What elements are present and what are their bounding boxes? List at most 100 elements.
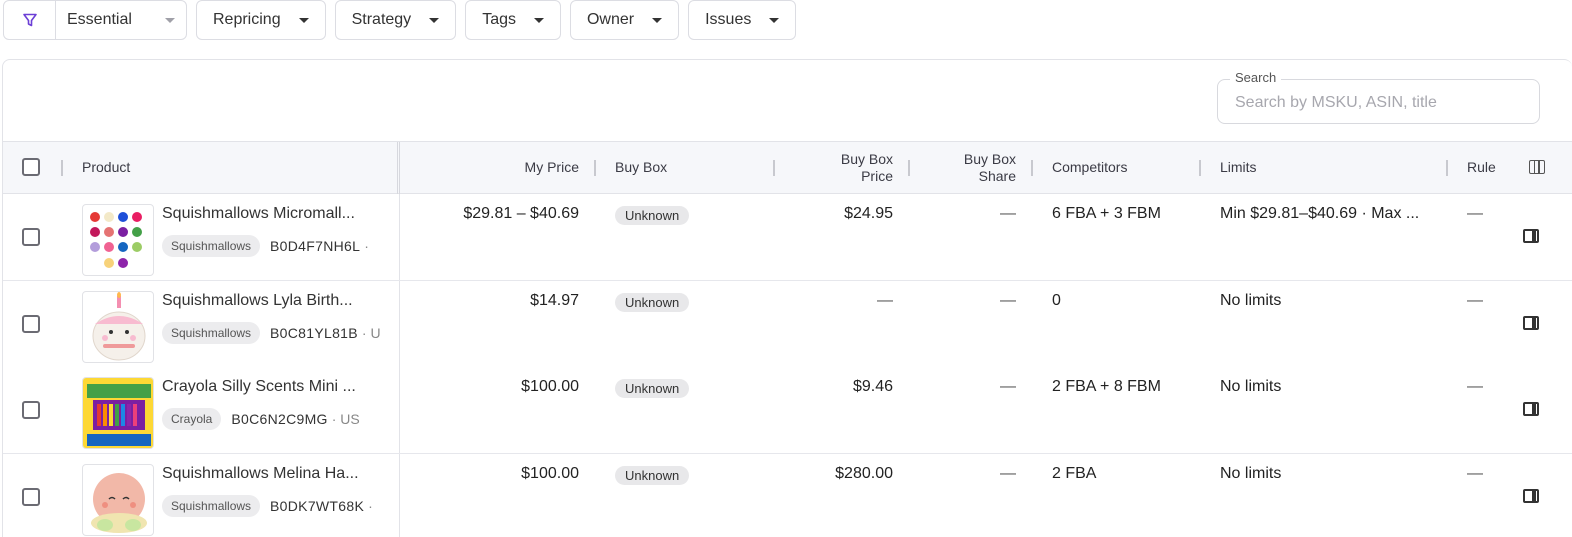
competitors-value: 2 FBA — [1052, 465, 1097, 482]
side-panel-icon[interactable] — [1523, 229, 1539, 243]
view-select-value: Essential — [67, 11, 132, 28]
column-header-competitors[interactable]: Competitors — [1052, 159, 1127, 176]
product-meta: Squishmallows B0DK7WT68K · — [162, 495, 384, 517]
my-price-value: $14.97 — [530, 292, 579, 309]
my-price-value: $100.00 — [521, 378, 579, 395]
buy-box-status-badge: Unknown — [615, 293, 690, 312]
asin-text: B0D4F7NH6L — [270, 238, 361, 254]
marketplace-text: · U — [361, 325, 381, 341]
view-filter-group: Essential — [3, 0, 187, 40]
strategy-filter-button[interactable]: Strategy — [334, 0, 457, 40]
search-field: Search — [1217, 70, 1540, 124]
marketplace-text: · — [364, 238, 369, 254]
issues-filter-button[interactable]: Issues — [688, 0, 797, 40]
column-resize-handle[interactable] — [1446, 160, 1448, 176]
chevron-down-icon — [165, 17, 175, 23]
competitors-value: 2 FBA + 8 FBM — [1052, 378, 1161, 395]
brand-chip: Squishmallows — [162, 322, 261, 344]
buy-box-share-value: — — [1000, 205, 1016, 222]
side-panel-icon[interactable] — [1523, 489, 1539, 503]
product-meta: Squishmallows B0C81YL81B · U — [162, 322, 384, 344]
limits-value: Min $29.81–$40.69 · Max ... — [1220, 205, 1420, 222]
row-checkbox[interactable] — [22, 488, 40, 506]
marketplace-text: · — [368, 498, 373, 514]
side-panel-icon[interactable] — [1523, 402, 1539, 416]
buy-box-price-value: $9.46 — [852, 378, 893, 395]
product-title[interactable]: Squishmallows Melina Ha... — [162, 465, 380, 483]
column-divider — [399, 194, 400, 280]
asin-text: B0C6N2C9MG — [231, 411, 328, 427]
column-divider — [399, 142, 400, 195]
row-checkbox[interactable] — [22, 228, 40, 246]
product-thumbnail — [82, 291, 154, 363]
row-checkbox[interactable] — [22, 401, 40, 419]
table-header: Product My Price Buy Box Buy Box Price B… — [3, 141, 1572, 195]
table-row[interactable]: Squishmallows Micromall... Squishmallows… — [3, 194, 1572, 281]
column-resize-handle[interactable] — [1199, 160, 1201, 176]
brand-chip: Squishmallows — [162, 495, 261, 517]
buy-box-status-badge: Unknown — [615, 466, 690, 485]
column-header-buy-box-price[interactable]: Buy Box Price — [793, 151, 893, 185]
owner-filter-label: Owner — [586, 11, 635, 28]
limits-value: No limits — [1220, 292, 1282, 309]
column-header-limits[interactable]: Limits — [1220, 159, 1257, 176]
row-checkbox[interactable] — [22, 315, 40, 333]
buy-box-price-value: $24.95 — [844, 205, 893, 222]
column-header-buy-box-price-line2: Price — [861, 168, 893, 184]
rule-value: — — [1467, 378, 1483, 395]
column-divider — [399, 454, 400, 537]
column-header-buy-box-share[interactable]: Buy Box Share — [916, 151, 1016, 185]
table-row[interactable]: Crayola Silly Scents Mini ... Crayola B0… — [3, 367, 1572, 454]
product-title[interactable]: Squishmallows Micromall... — [162, 205, 380, 223]
columns-icon[interactable] — [1529, 160, 1545, 174]
buy-box-status-badge: Unknown — [615, 206, 690, 225]
tags-filter-label: Tags — [482, 11, 516, 28]
column-header-product[interactable]: Product — [82, 159, 130, 176]
column-header-buy-box[interactable]: Buy Box — [615, 159, 667, 176]
column-resize-handle[interactable] — [61, 160, 63, 176]
table-row[interactable]: Squishmallows Melina Ha... Squishmallows… — [3, 454, 1572, 537]
chevron-down-icon — [533, 17, 544, 23]
column-header-buy-box-price-line1: Buy Box — [840, 151, 893, 167]
repricing-filter-label: Repricing — [213, 11, 281, 28]
rule-value: — — [1467, 465, 1483, 482]
tags-filter-button[interactable]: Tags — [465, 0, 561, 40]
buy-box-share-value: — — [1000, 378, 1016, 395]
search-input[interactable] — [1218, 80, 1539, 123]
marketplace-text: · US — [331, 411, 360, 427]
my-price-value: $29.81 – $40.69 — [463, 205, 579, 222]
asin-text: B0C81YL81B — [270, 325, 358, 341]
column-divider — [397, 142, 398, 195]
my-price-value: $100.00 — [521, 465, 579, 482]
product-title[interactable]: Squishmallows Lyla Birth... — [162, 292, 380, 310]
products-table-card: Search Product My Price Buy Box Buy Box … — [2, 59, 1572, 537]
product-title[interactable]: Crayola Silly Scents Mini ... — [162, 378, 380, 396]
column-header-rule[interactable]: Rule — [1467, 159, 1496, 176]
product-thumbnail — [82, 204, 154, 276]
buy-box-share-value: — — [1000, 465, 1016, 482]
chevron-down-icon — [769, 17, 780, 23]
rule-value: — — [1467, 205, 1483, 222]
side-panel-icon[interactable] — [1523, 316, 1539, 330]
table-row[interactable]: Squishmallows Lyla Birth... Squishmallow… — [3, 281, 1572, 368]
competitors-value: 0 — [1052, 292, 1061, 309]
filter-icon[interactable] — [4, 1, 56, 39]
column-header-buy-box-share-line2: Share — [978, 168, 1016, 184]
column-resize-handle[interactable] — [1031, 160, 1033, 176]
select-all-checkbox[interactable] — [22, 158, 40, 176]
column-resize-handle[interactable] — [773, 160, 775, 176]
view-select[interactable]: Essential — [56, 1, 186, 39]
column-resize-handle[interactable] — [908, 160, 910, 176]
chevron-down-icon — [298, 17, 309, 23]
product-meta: Squishmallows B0D4F7NH6L · — [162, 235, 384, 257]
column-resize-handle[interactable] — [594, 160, 596, 176]
buy-box-price-value: $280.00 — [835, 465, 893, 482]
competitors-value: 6 FBA + 3 FBM — [1052, 205, 1161, 222]
product-meta: Crayola B0C6N2C9MG · US — [162, 408, 384, 430]
rule-value: — — [1467, 292, 1483, 309]
owner-filter-button[interactable]: Owner — [569, 0, 680, 40]
column-header-my-price[interactable]: My Price — [479, 159, 579, 176]
column-divider — [399, 281, 400, 367]
repricing-filter-button[interactable]: Repricing — [196, 0, 326, 40]
chevron-down-icon — [652, 17, 663, 23]
